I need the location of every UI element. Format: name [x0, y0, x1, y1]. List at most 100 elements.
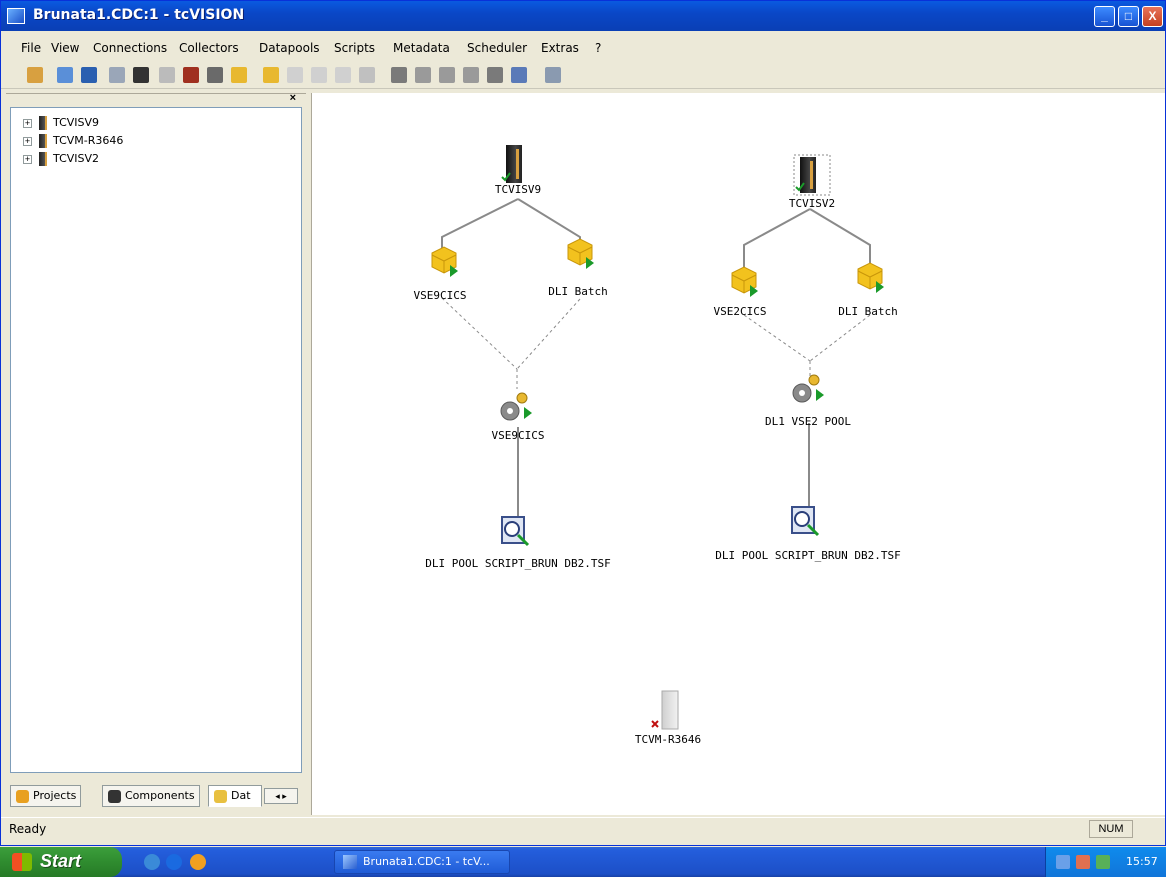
key-icon[interactable]: [231, 67, 247, 83]
gear-3-icon[interactable]: [439, 67, 455, 83]
tab-components[interactable]: Components: [102, 785, 200, 807]
tab-projects[interactable]: Projects: [10, 785, 82, 807]
server-label: TCVISV2: [788, 197, 836, 210]
datapool-node-dl1-vse2-pool[interactable]: [792, 374, 824, 403]
show-desktop-icon[interactable]: [144, 854, 160, 870]
tcvision-app-icon: [343, 855, 357, 869]
diagram-svg: [431, 145, 884, 730]
server-icon[interactable]: [133, 67, 149, 83]
datapool-label: DL1 VSE2 POOL: [764, 415, 852, 428]
start-button[interactable]: Start: [0, 847, 122, 877]
open-icon[interactable]: [57, 67, 73, 83]
menu-collectors[interactable]: Collectors: [179, 41, 239, 55]
panel-tabs: Projects Components Dat ◂ ▸: [10, 785, 302, 809]
server-icon: [39, 152, 47, 166]
tcvision-app-icon: [7, 8, 25, 24]
collector-disabled-3-icon[interactable]: [335, 67, 351, 83]
tree-item-label: TCVISV9: [53, 116, 100, 129]
server-node-tcvisv9[interactable]: [501, 145, 522, 183]
tab-scroll-arrows[interactable]: ◂ ▸: [264, 788, 298, 804]
gear-5-icon[interactable]: [487, 67, 503, 83]
tree-item-label: TCVM-R3646: [53, 134, 124, 147]
server-label: TCVISV9: [494, 183, 542, 196]
script-label: DLI POOL SCRIPT_BRUN DB2.TSF: [425, 557, 611, 570]
expand-icon[interactable]: +: [23, 137, 32, 146]
expand-icon[interactable]: +: [23, 155, 32, 164]
server-icon: [39, 134, 47, 148]
toolbar: [1, 61, 1165, 89]
datapools-icon: [214, 790, 227, 803]
collector-gray-icon[interactable]: [359, 67, 375, 83]
security-icon[interactable]: [1076, 855, 1090, 869]
menu-help[interactable]: ?: [595, 41, 601, 55]
print-icon[interactable]: [109, 67, 125, 83]
minimize-button[interactable]: _: [1094, 6, 1115, 27]
server-gray-icon[interactable]: [159, 67, 175, 83]
update-icon[interactable]: [1096, 855, 1110, 869]
menu-connections[interactable]: Connections: [93, 41, 167, 55]
collector-node-dli-batch-2[interactable]: [857, 262, 884, 293]
script-node-group1[interactable]: [501, 516, 530, 547]
collector-node-vse2cics[interactable]: [731, 266, 758, 297]
diagram-canvas: TCVISV9 VSE9CICS DLI Batch VSE9CICS DLI …: [311, 93, 1165, 815]
datapool-icon[interactable]: [511, 67, 527, 83]
taskbar: Start Brunata1.CDC:1 - tcV... 15:57: [0, 847, 1166, 877]
collector-node-vse9cics[interactable]: [431, 246, 458, 277]
save-icon[interactable]: [81, 67, 97, 83]
num-lock-indicator: NUM: [1089, 820, 1133, 838]
collector-disabled-2-icon[interactable]: [311, 67, 327, 83]
datapool-label: VSE9CICS: [491, 429, 545, 442]
script-label: DLI POOL SCRIPT_BRUN DB2.TSF: [715, 549, 901, 562]
collector-label: VSE9CICS: [413, 289, 467, 302]
tab-label: Projects: [33, 789, 77, 802]
gear-2-icon[interactable]: [415, 67, 431, 83]
media-player-icon[interactable]: [190, 854, 206, 870]
collector-node-dli-batch-1[interactable]: [567, 238, 594, 269]
server-icon: [39, 116, 47, 130]
projects-icon: [16, 790, 29, 803]
network-icon[interactable]: [1056, 855, 1070, 869]
menu-datapools[interactable]: Datapools: [259, 41, 320, 55]
expand-icon[interactable]: +: [23, 119, 32, 128]
close-button[interactable]: X: [1142, 6, 1163, 27]
task-label: Brunata1.CDC:1 - tcV...: [363, 855, 490, 868]
collector-label: VSE2CICS: [713, 305, 767, 318]
wrench-icon[interactable]: [545, 67, 561, 83]
gear-4-icon[interactable]: [463, 67, 479, 83]
menu-scheduler[interactable]: Scheduler: [467, 41, 527, 55]
script-node-group2[interactable]: [791, 506, 820, 537]
menu-scripts[interactable]: Scripts: [334, 41, 375, 55]
taskbar-task-tcvision[interactable]: Brunata1.CDC:1 - tcV...: [334, 850, 510, 874]
clock: 15:57: [1126, 855, 1158, 868]
collector-label: DLI Batch: [838, 305, 898, 318]
wizard-icon[interactable]: [27, 67, 43, 83]
datapool-node-vse9cics[interactable]: [500, 392, 532, 421]
menu-view[interactable]: View: [51, 41, 79, 55]
component-tree: + TCVISV9 + TCVM-R3646 + TCVISV2: [10, 107, 302, 773]
start-label: Start: [40, 851, 82, 871]
collector-disabled-icon[interactable]: [287, 67, 303, 83]
connector-lines-group1: [441, 198, 581, 523]
app-window: Brunata1.CDC:1 - tcVISION _ □ X File Vie…: [0, 0, 1166, 846]
tab-datapools[interactable]: Dat: [208, 785, 262, 807]
maximize-button[interactable]: □: [1118, 6, 1139, 27]
system-tray: 15:57: [1045, 847, 1166, 877]
server-label: TCVM-R3646: [634, 733, 702, 746]
collector-icon[interactable]: [263, 67, 279, 83]
title-bar[interactable]: Brunata1.CDC:1 - tcVISION _ □ X: [1, 1, 1165, 31]
tab-label: Components: [125, 789, 195, 802]
menu-file[interactable]: File: [21, 41, 41, 55]
menu-extras[interactable]: Extras: [541, 41, 579, 55]
internet-explorer-icon[interactable]: [166, 854, 182, 870]
server-red-icon[interactable]: [183, 67, 199, 83]
menu-metadata[interactable]: Metadata: [393, 41, 450, 55]
tab-label: Dat: [231, 789, 251, 802]
collector-label: DLI Batch: [548, 285, 608, 298]
close-panel-icon[interactable]: ×: [290, 92, 296, 104]
tree-item-label: TCVISV2: [53, 152, 100, 165]
server-connect-icon[interactable]: [207, 67, 223, 83]
window-title: Brunata1.CDC:1 - tcVISION: [33, 7, 245, 23]
server-node-tcvisv2[interactable]: [793, 154, 831, 196]
server-node-tcvm-r3646[interactable]: [651, 690, 679, 730]
gear-icon[interactable]: [391, 67, 407, 83]
